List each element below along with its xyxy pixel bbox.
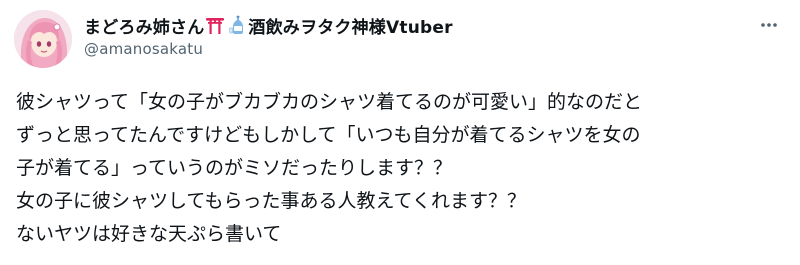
tweet-text-line: 女の子に彼シャツしてもらった事ある人教えてくれます？？ — [16, 190, 526, 212]
tweet-text-line: 彼シャツって「女の子がブカブカのシャツ着てるのが可愛い」的なのだと — [16, 91, 643, 113]
sake-bottle-icon — [227, 15, 247, 35]
avatar[interactable] — [14, 10, 72, 68]
tweet-text-line: 子が着てる」っていうのがミソだったりします？？ — [16, 157, 453, 179]
display-name-suffix[interactable]: 酒飲みヲタク神様Vtuber — [248, 13, 452, 38]
author-name-row[interactable]: まどろみ姉さん 酒飲みヲタク神様Vtuber — [84, 12, 453, 38]
tweet-card: まどろみ姉さん 酒飲みヲタク神様Vtuber @amanosakatu 彼シャツ… — [0, 0, 800, 265]
tweet-text: 彼シャツって「女の子がブカブカのシャツ着てるのが可愛い」的なのだと ずっと思って… — [16, 86, 786, 251]
avatar-image — [14, 10, 72, 68]
tweet-text-line: ずっと思ってたんですけどもしかして「いつも自分が着てるシャツを女の — [16, 124, 641, 146]
more-options-button[interactable] — [752, 8, 786, 42]
author-handle[interactable]: @amanosakatu — [84, 40, 203, 58]
more-horizontal-icon — [761, 23, 777, 27]
display-name[interactable]: まどろみ姉さん — [84, 13, 204, 38]
tweet-text-line: ないヤツは好きな天ぷら書いて — [16, 223, 282, 245]
torii-gate-icon — [205, 15, 225, 35]
